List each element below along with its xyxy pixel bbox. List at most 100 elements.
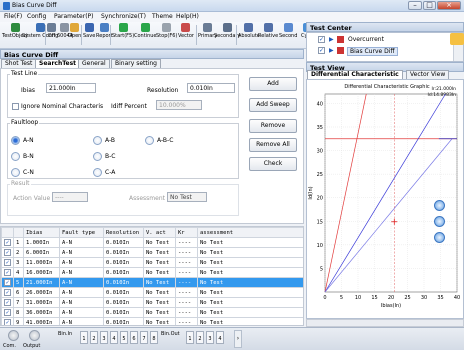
row-checkbox-cell[interactable]: ✓ — [1, 307, 14, 318]
col-header-kr[interactable]: Kr — [175, 227, 198, 238]
menu-help[interactable]: Help(H) — [176, 13, 199, 20]
row-checkbox-cell[interactable]: ✓ — [1, 257, 14, 268]
bias-curve-checkbox[interactable]: ✓ — [318, 47, 325, 54]
remove-button[interactable]: Remove — [249, 119, 297, 133]
zoom-reset-icon[interactable] — [434, 232, 445, 243]
menu-parameter[interactable]: Parameter(P) — [54, 13, 94, 20]
row-checkbox[interactable]: ✓ — [4, 309, 11, 316]
row-checkbox[interactable]: ✓ — [4, 289, 11, 296]
table-row[interactable]: ✓ 6 26.000In A-N 0.010In No Test ---- No Test — [1, 287, 303, 298]
row-checkbox[interactable]: ✓ — [4, 269, 11, 276]
idiff-percent-input[interactable]: 10.000% — [156, 100, 202, 110]
table-row[interactable]: ✓ 3 11.000In A-N 0.010In No Test ---- No Test — [1, 257, 303, 268]
check-button[interactable]: Check — [249, 157, 297, 171]
row-checkbox-cell[interactable]: ✓ — [1, 287, 14, 298]
table-row[interactable]: ✓ 5 21.000In A-N 0.010In No Test ---- No Test — [1, 277, 303, 288]
toolbar-vector-button[interactable]: Vector — [178, 23, 194, 39]
menu-config[interactable]: Config — [27, 13, 46, 20]
status-scroll-right-button[interactable]: › — [234, 330, 242, 348]
expand-arrow-icon[interactable]: ▶ — [329, 36, 334, 43]
toolbar-stop-button[interactable]: Stop(F6) — [156, 23, 177, 39]
expand-arrow-icon[interactable]: ▶ — [329, 47, 334, 54]
minimize-button[interactable]: – — [408, 1, 422, 10]
table-row[interactable]: ✓ 1 1.000In A-N 0.010In No Test ---- No Test — [1, 237, 303, 248]
row-fault-type: A-N — [59, 287, 104, 298]
toolbar-save-button[interactable]: Save — [83, 23, 95, 39]
table-row[interactable]: ✓ 8 36.000In A-N 0.010In No Test ---- No Test — [1, 307, 303, 318]
test-item-bias-curve-diff[interactable]: Bias Curve Diff — [347, 47, 398, 56]
row-assessment: No Test — [197, 257, 303, 268]
toolbar-label: Second — [279, 33, 298, 39]
row-assessment: No Test — [197, 277, 303, 288]
add-button[interactable]: Add — [249, 77, 297, 91]
test-item-overcurrent[interactable]: Overcurrent — [348, 36, 384, 43]
menu-synchronize[interactable]: Synchronize(T) — [101, 13, 146, 20]
resolution-input[interactable]: 0.010In — [187, 83, 235, 93]
com-label: Com. — [3, 343, 17, 349]
fault-radio-a-b[interactable] — [93, 136, 102, 145]
fault-radio-b-n[interactable] — [11, 152, 20, 161]
table-row[interactable]: ✓ 2 6.000In A-N 0.010In No Test ---- No Test — [1, 247, 303, 258]
toolbar-open-folder-button[interactable]: Open — [68, 23, 81, 39]
row-checkbox[interactable]: ✓ — [4, 279, 11, 286]
fault-radio-b-c[interactable] — [93, 152, 102, 161]
table-row[interactable]: ✓ 7 31.000In A-N 0.010In No Test ---- No Test — [1, 297, 303, 308]
absolute-icon — [244, 23, 254, 32]
toolbar-absolute-button[interactable]: Absolute — [238, 23, 260, 39]
row-checkbox-cell[interactable]: ✓ — [1, 237, 14, 248]
col-header-v-act[interactable]: V. act — [143, 227, 176, 238]
row-checkbox-cell[interactable]: ✓ — [1, 317, 14, 325]
toolbar-relative-button[interactable]: Relative — [258, 23, 278, 39]
col-header-assessment[interactable]: assessment — [197, 227, 303, 238]
toolbar-second-button[interactable]: Second — [279, 23, 297, 39]
row-checkbox[interactable]: ✓ — [4, 259, 11, 266]
tab-search-test[interactable]: SearchTest — [35, 59, 81, 68]
menu-file[interactable]: File(F) — [4, 13, 22, 20]
fault-label-a-n: A-N — [23, 137, 34, 144]
add-sweep-button[interactable]: Add Sweep — [249, 98, 297, 112]
add-test-icon[interactable] — [450, 33, 464, 45]
toolbar-off-button[interactable]: Off — [47, 23, 56, 39]
fault-radio-c-a[interactable] — [93, 168, 102, 177]
test-object-icon — [10, 23, 20, 32]
tab-shot-test[interactable]: Shot Test — [1, 59, 37, 68]
fault-radio-a-b-c[interactable] — [145, 136, 154, 145]
row-ibias: 31.000In — [23, 297, 60, 308]
tab-general[interactable]: General — [78, 59, 110, 68]
row-assessment: No Test — [197, 297, 303, 308]
col-header-fault-type[interactable]: Fault type — [59, 227, 104, 238]
chart-horizontal-scrollbar[interactable] — [306, 319, 464, 327]
row-checkbox-cell[interactable]: ✓ — [1, 267, 14, 278]
maximize-button[interactable]: □ — [423, 1, 436, 10]
tab-differential-characteristic[interactable]: Differential Characteristic — [307, 70, 403, 79]
row-checkbox-cell[interactable]: ✓ — [1, 247, 14, 258]
table-row[interactable]: ✓ 4 16.000In A-N 0.010In No Test ---- No Test — [1, 267, 303, 278]
zoom-in-icon[interactable] — [434, 200, 445, 211]
row-checkbox[interactable]: ✓ — [4, 239, 11, 246]
row-checkbox[interactable]: ✓ — [4, 319, 11, 325]
toolbar-start-button[interactable]: Start(F5) — [112, 23, 134, 39]
zoom-out-icon[interactable] — [434, 216, 445, 227]
tab-vector-view[interactable]: Vector View — [406, 70, 450, 79]
fault-radio-a-n[interactable] — [11, 136, 20, 145]
tab-binary-setting[interactable]: Binary setting — [111, 59, 161, 68]
remove-all-button[interactable]: Remove All — [249, 138, 297, 152]
fault-radio-c-n[interactable] — [11, 168, 20, 177]
toolbar-continue-button[interactable]: Continue — [134, 23, 156, 39]
primary-icon — [203, 23, 213, 32]
ignore-nominal-checkbox[interactable] — [12, 103, 19, 110]
col-header-resolution[interactable]: Resolution — [103, 227, 144, 238]
row-checkbox[interactable]: ✓ — [4, 249, 11, 256]
close-button[interactable]: × — [437, 1, 461, 10]
overcurrent-checkbox[interactable]: ✓ — [318, 36, 325, 43]
menu-theme[interactable]: Theme — [152, 13, 173, 20]
row-checkbox[interactable]: ✓ — [4, 299, 11, 306]
row-checkbox-cell[interactable]: ✓ — [1, 297, 14, 308]
row-kr: ---- — [175, 307, 198, 318]
ibias-input[interactable]: 21.000In — [46, 83, 96, 93]
col-header-ibias[interactable]: Ibias — [23, 227, 60, 238]
table-row[interactable]: ✓ 9 41.000In A-N 0.010In No Test ---- No Test — [1, 317, 303, 325]
result-label: Result — [10, 180, 31, 187]
binary-output-1: 1 — [186, 331, 194, 344]
row-checkbox-cell[interactable]: ✓ — [1, 277, 14, 288]
